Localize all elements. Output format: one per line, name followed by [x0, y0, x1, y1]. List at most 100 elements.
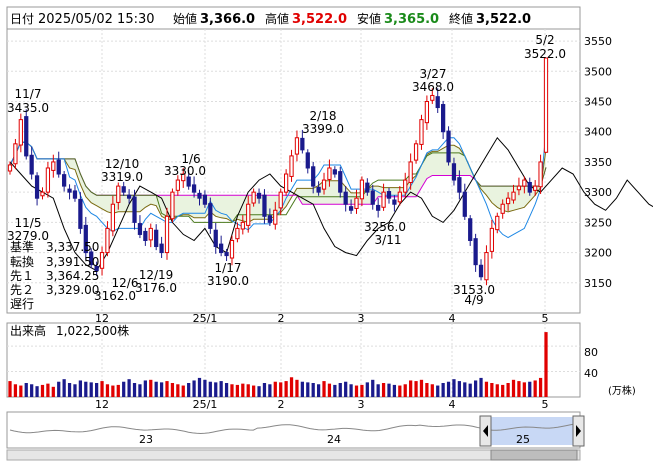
candle-body-36	[202, 194, 208, 205]
volume-bar-63	[349, 384, 353, 397]
candle-body-43	[240, 221, 245, 230]
volume-bar-14	[84, 381, 88, 397]
volume-bar-65	[360, 384, 364, 397]
volume-bar-75	[414, 381, 418, 397]
candle-body-28	[159, 243, 164, 254]
candle-body-23	[132, 196, 137, 223]
candle-body-50	[278, 191, 283, 209]
volume-bar-88	[484, 381, 489, 397]
high-label: 高値	[265, 11, 289, 26]
candle-body-96	[527, 181, 532, 193]
candle-body-3	[24, 116, 29, 157]
candle-body-85	[468, 218, 473, 241]
date-value: 2025/05/02 15:30	[38, 12, 155, 27]
volume-bar-76	[419, 379, 424, 397]
volume-tick-80: 80	[584, 346, 598, 359]
volume-bar-58	[322, 381, 326, 397]
legend-kijun-value: 3,337.50	[46, 240, 99, 254]
candle-body-24	[137, 223, 143, 235]
volume-bar-54	[300, 381, 304, 397]
volume-bar-74	[409, 380, 413, 397]
candle-body-8	[51, 161, 56, 171]
volume-bar-94	[517, 381, 521, 397]
candle-body-18	[105, 227, 110, 254]
volume-tick-40: 40	[584, 367, 598, 380]
candle-body-74	[408, 161, 413, 183]
volume-bar-71	[392, 384, 397, 397]
annotation-value-5: 3176.0	[135, 281, 177, 295]
candle-body-67	[370, 190, 375, 205]
candle-body-13	[78, 198, 83, 229]
volume-bar-6	[40, 384, 45, 397]
y-tick-3150: 3150	[584, 277, 612, 290]
candle-body-6	[40, 191, 45, 197]
candle-body-84	[462, 191, 467, 217]
volume-bar-62	[344, 381, 348, 397]
volume-bar-43	[241, 383, 245, 397]
scrollbar-thumb[interactable]	[490, 449, 578, 461]
candle-body-26	[148, 227, 153, 241]
candle-body-83	[457, 177, 462, 193]
candle-body-21	[121, 186, 126, 193]
candle-body-63	[348, 206, 354, 211]
volume-bar-40	[224, 383, 229, 397]
year-label-24: 24	[327, 433, 341, 446]
candle-body-81	[446, 130, 451, 163]
candle-body-22	[126, 194, 132, 199]
high-value: 3,522.0	[292, 12, 347, 27]
candle-body-49	[273, 209, 278, 225]
annotation-value-9: 3468.0	[412, 80, 454, 94]
volume-bar-46	[257, 386, 261, 397]
volume-bar-23	[132, 383, 137, 397]
candle-body-7	[45, 167, 51, 193]
volume-bar-85	[468, 383, 472, 397]
volume-bar-77	[425, 383, 429, 397]
volume-bar-17	[100, 381, 104, 397]
volume-bar-51	[284, 381, 288, 397]
volume-bar-89	[490, 383, 494, 397]
annotation-value-10: 3153.0	[453, 283, 495, 297]
volume-bar-10	[62, 379, 66, 397]
price-axis: 3150 3200 3250 3300 3350 3400 3450 3500 3550	[584, 35, 612, 290]
candle-body-0	[7, 164, 13, 172]
volume-bar-32	[181, 385, 185, 397]
candle-body-12	[72, 190, 78, 199]
volume-bar-34	[192, 380, 196, 397]
candle-body-44	[246, 203, 251, 226]
candle-body-57	[316, 186, 321, 193]
volume-bar-5	[35, 386, 39, 397]
volume-bar-20	[116, 384, 120, 397]
volume-bar-21	[122, 381, 126, 397]
annotation-date-0: 11/7	[15, 87, 42, 101]
vol-month-tick-3: 3	[358, 398, 365, 411]
candle-body-95	[522, 179, 527, 187]
volume-bar-25	[143, 380, 147, 397]
candle-body-73	[403, 179, 408, 193]
candle-body-10	[62, 174, 67, 187]
volume-value: 1,022,500株	[56, 323, 129, 338]
candle-body-37	[208, 203, 213, 229]
candle-body-46	[256, 192, 262, 199]
volume-bar-30	[170, 383, 175, 397]
candle-body-98	[538, 161, 543, 188]
volume-bar-87	[479, 377, 483, 397]
candle-body-58	[321, 179, 327, 190]
volume-bar-92	[506, 383, 510, 397]
volume-bar-90	[495, 384, 499, 397]
candle-body-41	[229, 239, 235, 259]
candle-body-55	[305, 152, 310, 169]
candle-body-48	[267, 215, 273, 223]
candle-body-86	[473, 238, 478, 266]
vol-month-tick-0: 12	[95, 398, 109, 411]
volume-bar-9	[57, 381, 61, 397]
volume-bar-24	[138, 384, 142, 397]
candle-body-9	[56, 159, 61, 175]
candle-body-68	[376, 204, 381, 211]
navigator-selection[interactable]	[489, 417, 577, 445]
candle-body-34	[191, 184, 197, 193]
annotation-value-7: 3399.0	[302, 122, 344, 136]
candle-body-19	[110, 203, 115, 232]
volume-bar-70	[387, 383, 391, 397]
volume-bar-7	[46, 383, 50, 397]
low-value: 3,365.0	[384, 12, 439, 27]
